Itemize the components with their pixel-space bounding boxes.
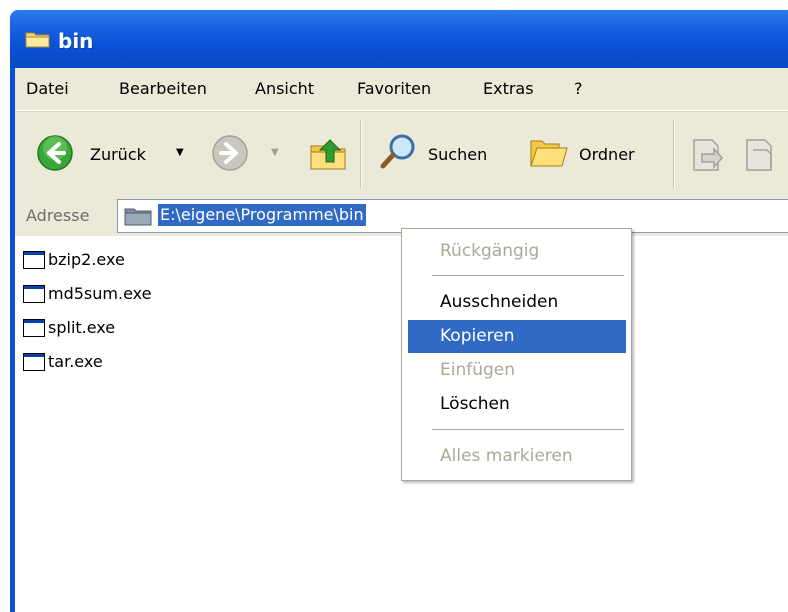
folder-icon <box>25 32 50 48</box>
menu-item-delete-label: Löschen <box>440 394 510 414</box>
file-name: split.exe <box>48 318 116 337</box>
menu-item-cut-label: Ausschneiden <box>440 292 559 312</box>
folder-up-icon[interactable] <box>308 134 348 174</box>
executable-icon <box>23 285 45 303</box>
menu-datei[interactable]: Datei <box>26 79 69 98</box>
menu-item-paste-label: Einfügen <box>440 360 516 380</box>
menu-item-select-all-label: Alles markieren <box>440 446 573 466</box>
menu-extras[interactable]: Extras <box>483 79 534 98</box>
menu-favoriten[interactable]: Favoriten <box>357 79 431 98</box>
menu-item-copy[interactable]: Kopieren <box>408 320 626 353</box>
menu-separator <box>432 275 624 276</box>
menu-item-undo-label: Rückgängig <box>440 241 540 261</box>
menu-bar: Datei Bearbeiten Ansicht Favoriten Extra… <box>15 68 788 111</box>
file-name: tar.exe <box>48 352 103 371</box>
toolbar-separator <box>673 120 674 188</box>
file-name: md5sum.exe <box>48 284 152 303</box>
folder-icon <box>124 208 152 226</box>
forward-arrow-icon <box>212 135 248 171</box>
executable-icon <box>23 353 45 371</box>
context-menu: Rückgängig Ausschneiden Kopieren Einfüge… <box>401 228 632 481</box>
menu-item-delete[interactable]: Löschen <box>408 388 626 421</box>
executable-icon <box>23 251 45 269</box>
back-dropdown-icon[interactable]: ▼ <box>176 147 184 158</box>
menu-ansicht[interactable]: Ansicht <box>255 79 314 98</box>
menu-help[interactable]: ? <box>574 79 583 98</box>
window-title: bin <box>58 29 94 53</box>
menu-item-undo[interactable]: Rückgängig <box>408 235 626 268</box>
menu-bearbeiten[interactable]: Bearbeiten <box>119 79 207 98</box>
menu-separator <box>432 429 624 430</box>
folders-button[interactable]: Ordner <box>529 132 659 176</box>
toolbar-separator <box>360 120 361 188</box>
title-bar[interactable]: bin <box>10 10 788 68</box>
folders-icon <box>530 140 568 167</box>
menu-item-select-all[interactable]: Alles markieren <box>408 440 626 473</box>
file-name: bzip2.exe <box>48 250 125 269</box>
search-icon <box>380 134 415 169</box>
address-label: Adresse <box>26 206 90 225</box>
move-to-icon[interactable] <box>688 134 728 174</box>
forward-button[interactable]: ▼ <box>211 132 291 176</box>
back-label: Zurück <box>90 145 146 164</box>
back-arrow-icon <box>37 135 73 171</box>
executable-icon <box>23 319 45 337</box>
folders-label: Ordner <box>579 145 635 164</box>
back-button[interactable]: Zurück ▼ <box>33 132 184 176</box>
copy-to-icon[interactable] <box>743 134 773 174</box>
address-path[interactable]: E:\eigene\Programme\bin <box>158 204 366 226</box>
forward-dropdown-icon[interactable]: ▼ <box>271 147 279 158</box>
search-label: Suchen <box>428 145 488 164</box>
menu-item-paste[interactable]: Einfügen <box>408 354 626 387</box>
menu-item-copy-label: Kopieren <box>440 326 515 346</box>
toolbar: Zurück ▼ ▼ Suchen Ordner <box>15 111 788 197</box>
search-button[interactable]: Suchen <box>378 132 518 176</box>
menu-item-cut[interactable]: Ausschneiden <box>408 286 626 319</box>
